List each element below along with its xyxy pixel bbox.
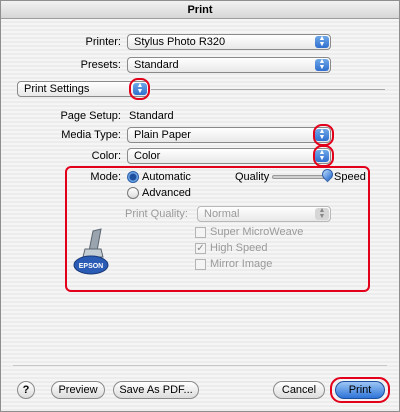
mode-advanced-radio[interactable] <box>127 187 139 199</box>
super-microweave-label: Super MicroWeave <box>210 226 304 238</box>
quality-label: Quality <box>235 171 270 183</box>
highlight-ring <box>313 124 334 146</box>
media-type-popup[interactable]: Plain Paper ▲ ▼ <box>127 127 331 143</box>
highlight-ring <box>129 78 150 100</box>
pane-value: Print Settings <box>24 83 90 95</box>
epson-logo-icon: EPSON <box>73 228 109 275</box>
mode-automatic-radio[interactable] <box>127 171 139 183</box>
color-value: Color <box>134 150 161 162</box>
print-quality-popup[interactable]: Normal ▲ ▼ <box>197 206 331 222</box>
presets-value: Standard <box>134 59 179 71</box>
popup-arrows-icon: ▲ ▼ <box>315 35 329 48</box>
page-setup-value: Standard <box>129 110 174 122</box>
highlight-ring <box>313 145 334 167</box>
mode-advanced-label: Advanced <box>142 187 191 199</box>
print-quality-value: Normal <box>204 208 240 220</box>
print-quality-label: Print Quality: <box>125 208 188 220</box>
mirror-image-checkbox[interactable] <box>195 259 206 270</box>
popup-arrows-icon: ▲ ▼ <box>315 207 329 220</box>
highlight-ring <box>330 377 390 403</box>
media-type-label: Media Type: <box>61 129 121 141</box>
mode-automatic-label: Automatic <box>142 171 191 183</box>
presets-popup[interactable]: Standard ▲ ▼ <box>127 57 331 73</box>
help-button[interactable]: ? <box>17 381 35 399</box>
color-popup[interactable]: Color ▲ ▼ <box>127 148 331 164</box>
high-speed-checkbox[interactable]: ✓ <box>195 243 206 254</box>
popup-arrows-icon: ▲ ▼ <box>315 58 329 71</box>
mirror-image-label: Mirror Image <box>210 258 273 270</box>
printer-popup[interactable]: Stylus Photo R320 ▲ ▼ <box>127 34 331 50</box>
cancel-button[interactable]: Cancel <box>273 381 325 399</box>
color-label: Color: <box>91 150 121 162</box>
high-speed-label: High Speed <box>210 242 268 254</box>
preview-button[interactable]: Preview <box>51 381 105 399</box>
page-setup-label: Page Setup: <box>60 110 121 122</box>
epson-logo-text: EPSON <box>79 263 104 270</box>
media-type-value: Plain Paper <box>134 129 191 141</box>
printer-value: Stylus Photo R320 <box>134 36 226 48</box>
super-microweave-checkbox[interactable] <box>195 227 206 238</box>
window-title: Print <box>1 1 399 19</box>
mode-label: Mode: <box>90 171 121 183</box>
printer-label: Printer: <box>85 36 121 48</box>
speed-label: Speed <box>334 171 366 183</box>
divider <box>151 89 385 90</box>
save-as-pdf-button[interactable]: Save As PDF... <box>113 381 199 399</box>
divider <box>13 365 387 366</box>
print-dialog: Print Printer: Stylus Photo R320 ▲ ▼ Pres… <box>0 0 400 412</box>
presets-label: Presets: <box>80 59 121 71</box>
